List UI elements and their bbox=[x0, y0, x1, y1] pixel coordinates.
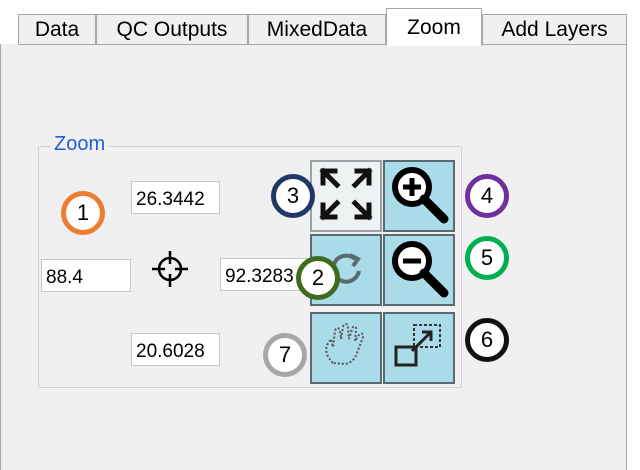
zoom-in-button[interactable] bbox=[383, 160, 455, 232]
zoom-box-button[interactable] bbox=[383, 312, 455, 384]
callout-label-1: 1 bbox=[76, 200, 90, 225]
callout-label-7: 7 bbox=[278, 342, 292, 367]
tab-qc-outputs[interactable]: QC Outputs bbox=[96, 14, 248, 45]
callout-label-5: 5 bbox=[480, 245, 494, 270]
tab-data[interactable]: Data bbox=[18, 14, 96, 45]
callout-marker-3: 3 bbox=[271, 174, 315, 218]
pan-hand-icon bbox=[317, 317, 375, 380]
zoom-out-button[interactable] bbox=[383, 234, 455, 306]
callout-marker-1: 1 bbox=[61, 191, 105, 235]
zoom-box-icon bbox=[390, 317, 448, 380]
callout-label-4: 4 bbox=[480, 183, 494, 208]
tab-zoom[interactable]: Zoom bbox=[386, 8, 482, 46]
callout-marker-2: 2 bbox=[296, 256, 340, 300]
zoom-group-title: Zoom bbox=[50, 133, 110, 156]
zoom-in-icon bbox=[388, 163, 450, 230]
callout-marker-6: 6 bbox=[465, 318, 509, 362]
callout-marker-7: 7 bbox=[263, 333, 307, 377]
top-coordinate-input[interactable] bbox=[131, 181, 220, 214]
full-extent-button[interactable] bbox=[310, 160, 382, 232]
callout-label-6: 6 bbox=[480, 327, 494, 352]
callout-marker-5: 5 bbox=[465, 236, 509, 280]
right-edge bbox=[627, 0, 640, 470]
bottom-coordinate-input[interactable] bbox=[131, 333, 220, 366]
callout-label-3: 3 bbox=[286, 183, 300, 208]
left-coordinate-input[interactable] bbox=[41, 259, 131, 292]
callout-label-2: 2 bbox=[311, 265, 325, 290]
full-extent-icon bbox=[317, 165, 375, 228]
zoom-out-icon bbox=[388, 237, 450, 304]
pan-button[interactable] bbox=[310, 312, 382, 384]
crosshair-icon bbox=[151, 249, 189, 289]
callout-marker-4: 4 bbox=[465, 174, 509, 218]
tab-add-layers[interactable]: Add Layers bbox=[482, 14, 627, 45]
tab-mixeddata[interactable]: MixedData bbox=[248, 14, 386, 45]
